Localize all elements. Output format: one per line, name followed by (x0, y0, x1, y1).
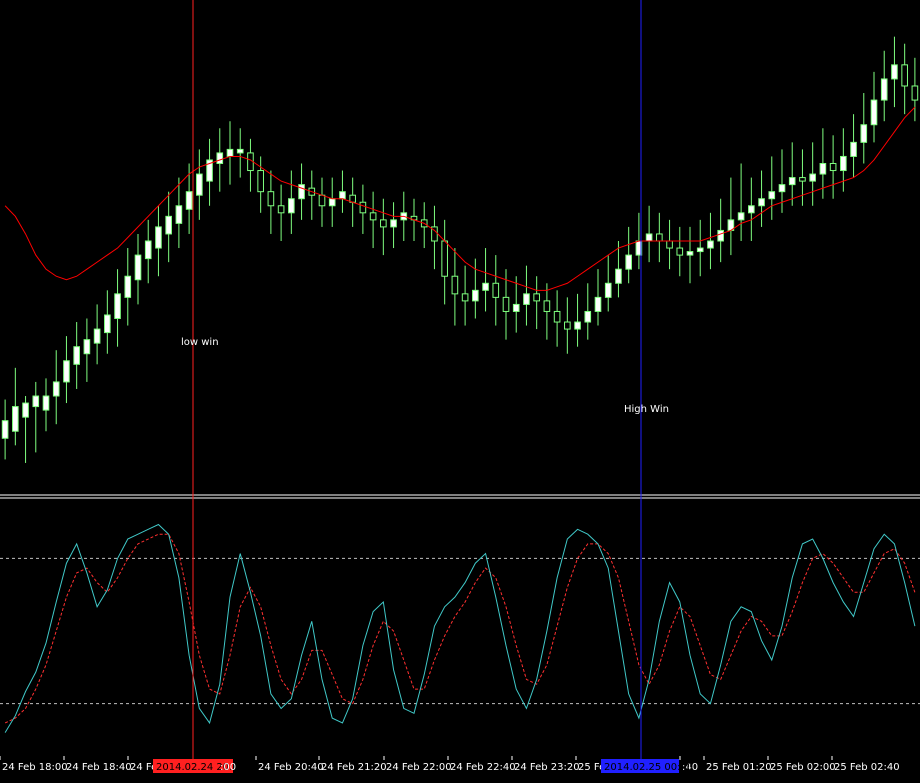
candle-body (226, 148, 234, 157)
candle-body (482, 282, 489, 291)
candle-body (175, 205, 183, 224)
candle-body (318, 194, 326, 207)
candle-body (778, 184, 786, 193)
time-axis-tick-label: 24 Feb 20:40 (258, 762, 324, 773)
candle-body (144, 240, 152, 260)
candle-body (911, 85, 919, 101)
candle-body (134, 254, 142, 281)
candle-body (114, 293, 121, 320)
candle-body (42, 395, 50, 411)
candle-body (840, 155, 847, 172)
candle-body (461, 293, 469, 302)
candle-body (809, 173, 816, 182)
candle-body (584, 310, 592, 323)
candle-body (380, 219, 387, 228)
annotation-high-win: High Win (624, 404, 669, 415)
chart-canvas: low win High Win 24 Feb 18:00 24 Feb 18:4… (0, 0, 920, 779)
candle-body (257, 170, 264, 193)
candle-body (788, 177, 796, 186)
time-axis-tick-label: 25 Feb 02:40 (834, 762, 900, 773)
candle-body (236, 148, 244, 154)
time-axis-tick-label: 24 Feb 18:40 (66, 762, 132, 773)
candle-body (870, 99, 878, 126)
candle-body (1, 420, 9, 439)
candle-body (32, 395, 40, 408)
candle-body (288, 198, 295, 214)
chart-background (0, 0, 920, 779)
time-axis-tick-label: 25 Feb 01:20 (706, 762, 772, 773)
candle-body (22, 402, 29, 418)
candle-body (277, 205, 285, 214)
candle-body (717, 229, 724, 242)
time-axis-tick-label: 24 Feb 18:00 (2, 762, 68, 773)
time-axis-tick-label: 24 Feb 22:00 (386, 762, 452, 773)
candle-body (165, 215, 172, 235)
candle-body (124, 275, 132, 298)
candle-body (369, 212, 377, 221)
candle-body (216, 152, 224, 164)
chart-svg: low win High Win 24 Feb 18:0024 Feb 18:4… (0, 0, 920, 779)
candle-body (666, 240, 673, 249)
candle-body (829, 162, 837, 172)
candle-body (328, 198, 336, 207)
crosshair-time-label-blue: 2014.02.25 00:40 (604, 762, 693, 773)
candle-body (737, 212, 745, 221)
candle-body (819, 162, 827, 175)
candle-body (594, 296, 602, 312)
candle-body (574, 321, 581, 330)
candle-body (625, 254, 632, 270)
candle-body (860, 124, 868, 143)
time-axis-tick-label: 25 Feb 02:00 (770, 762, 836, 773)
candle-body (850, 141, 857, 157)
candle-body (492, 282, 500, 298)
time-axis-tick-label: 24 Feb 23:20 (514, 762, 580, 773)
candle-body (451, 275, 459, 295)
candle-body (645, 233, 653, 242)
candle-body (196, 173, 203, 196)
candle-body (267, 191, 275, 207)
annotation-low-win: low win (181, 337, 219, 348)
candle-body (880, 78, 888, 101)
candle-body (676, 247, 684, 256)
candle-body (63, 360, 70, 383)
candle-body (73, 346, 80, 365)
candle-body (748, 205, 755, 214)
candle-body (52, 381, 60, 397)
candle-body (768, 191, 776, 200)
candle-body (686, 251, 694, 256)
candle-body (472, 289, 479, 302)
candle-body (901, 64, 908, 87)
candle-body (512, 303, 520, 312)
candle-body (543, 300, 551, 312)
candle-body (696, 247, 704, 253)
candle-body (298, 184, 305, 200)
candle-body (339, 191, 346, 200)
candle-body (533, 293, 540, 302)
candle-body (523, 293, 530, 305)
candle-body (155, 226, 162, 249)
candle-body (564, 321, 571, 330)
candle-body (758, 198, 765, 207)
candle-body (359, 201, 367, 214)
candle-body (604, 282, 612, 298)
candle-body (185, 191, 193, 210)
time-axis-tick-label: 24 Feb 22:40 (450, 762, 516, 773)
candle-body (83, 339, 91, 355)
candle-body (799, 177, 806, 182)
candle-body (390, 219, 397, 228)
time-axis-tick-label: 24 Feb 21:20 (321, 762, 387, 773)
candle-body (707, 240, 714, 249)
candle-body (93, 328, 101, 344)
candle-body (441, 240, 448, 277)
candle-body (12, 406, 19, 432)
candle-body (553, 310, 561, 323)
crosshair-time-label-red-tail: :00 (220, 762, 236, 773)
candle-body (891, 64, 898, 80)
candle-body (615, 268, 622, 284)
candle-body (502, 296, 510, 312)
candle-body (656, 233, 663, 242)
candle-body (104, 314, 111, 334)
